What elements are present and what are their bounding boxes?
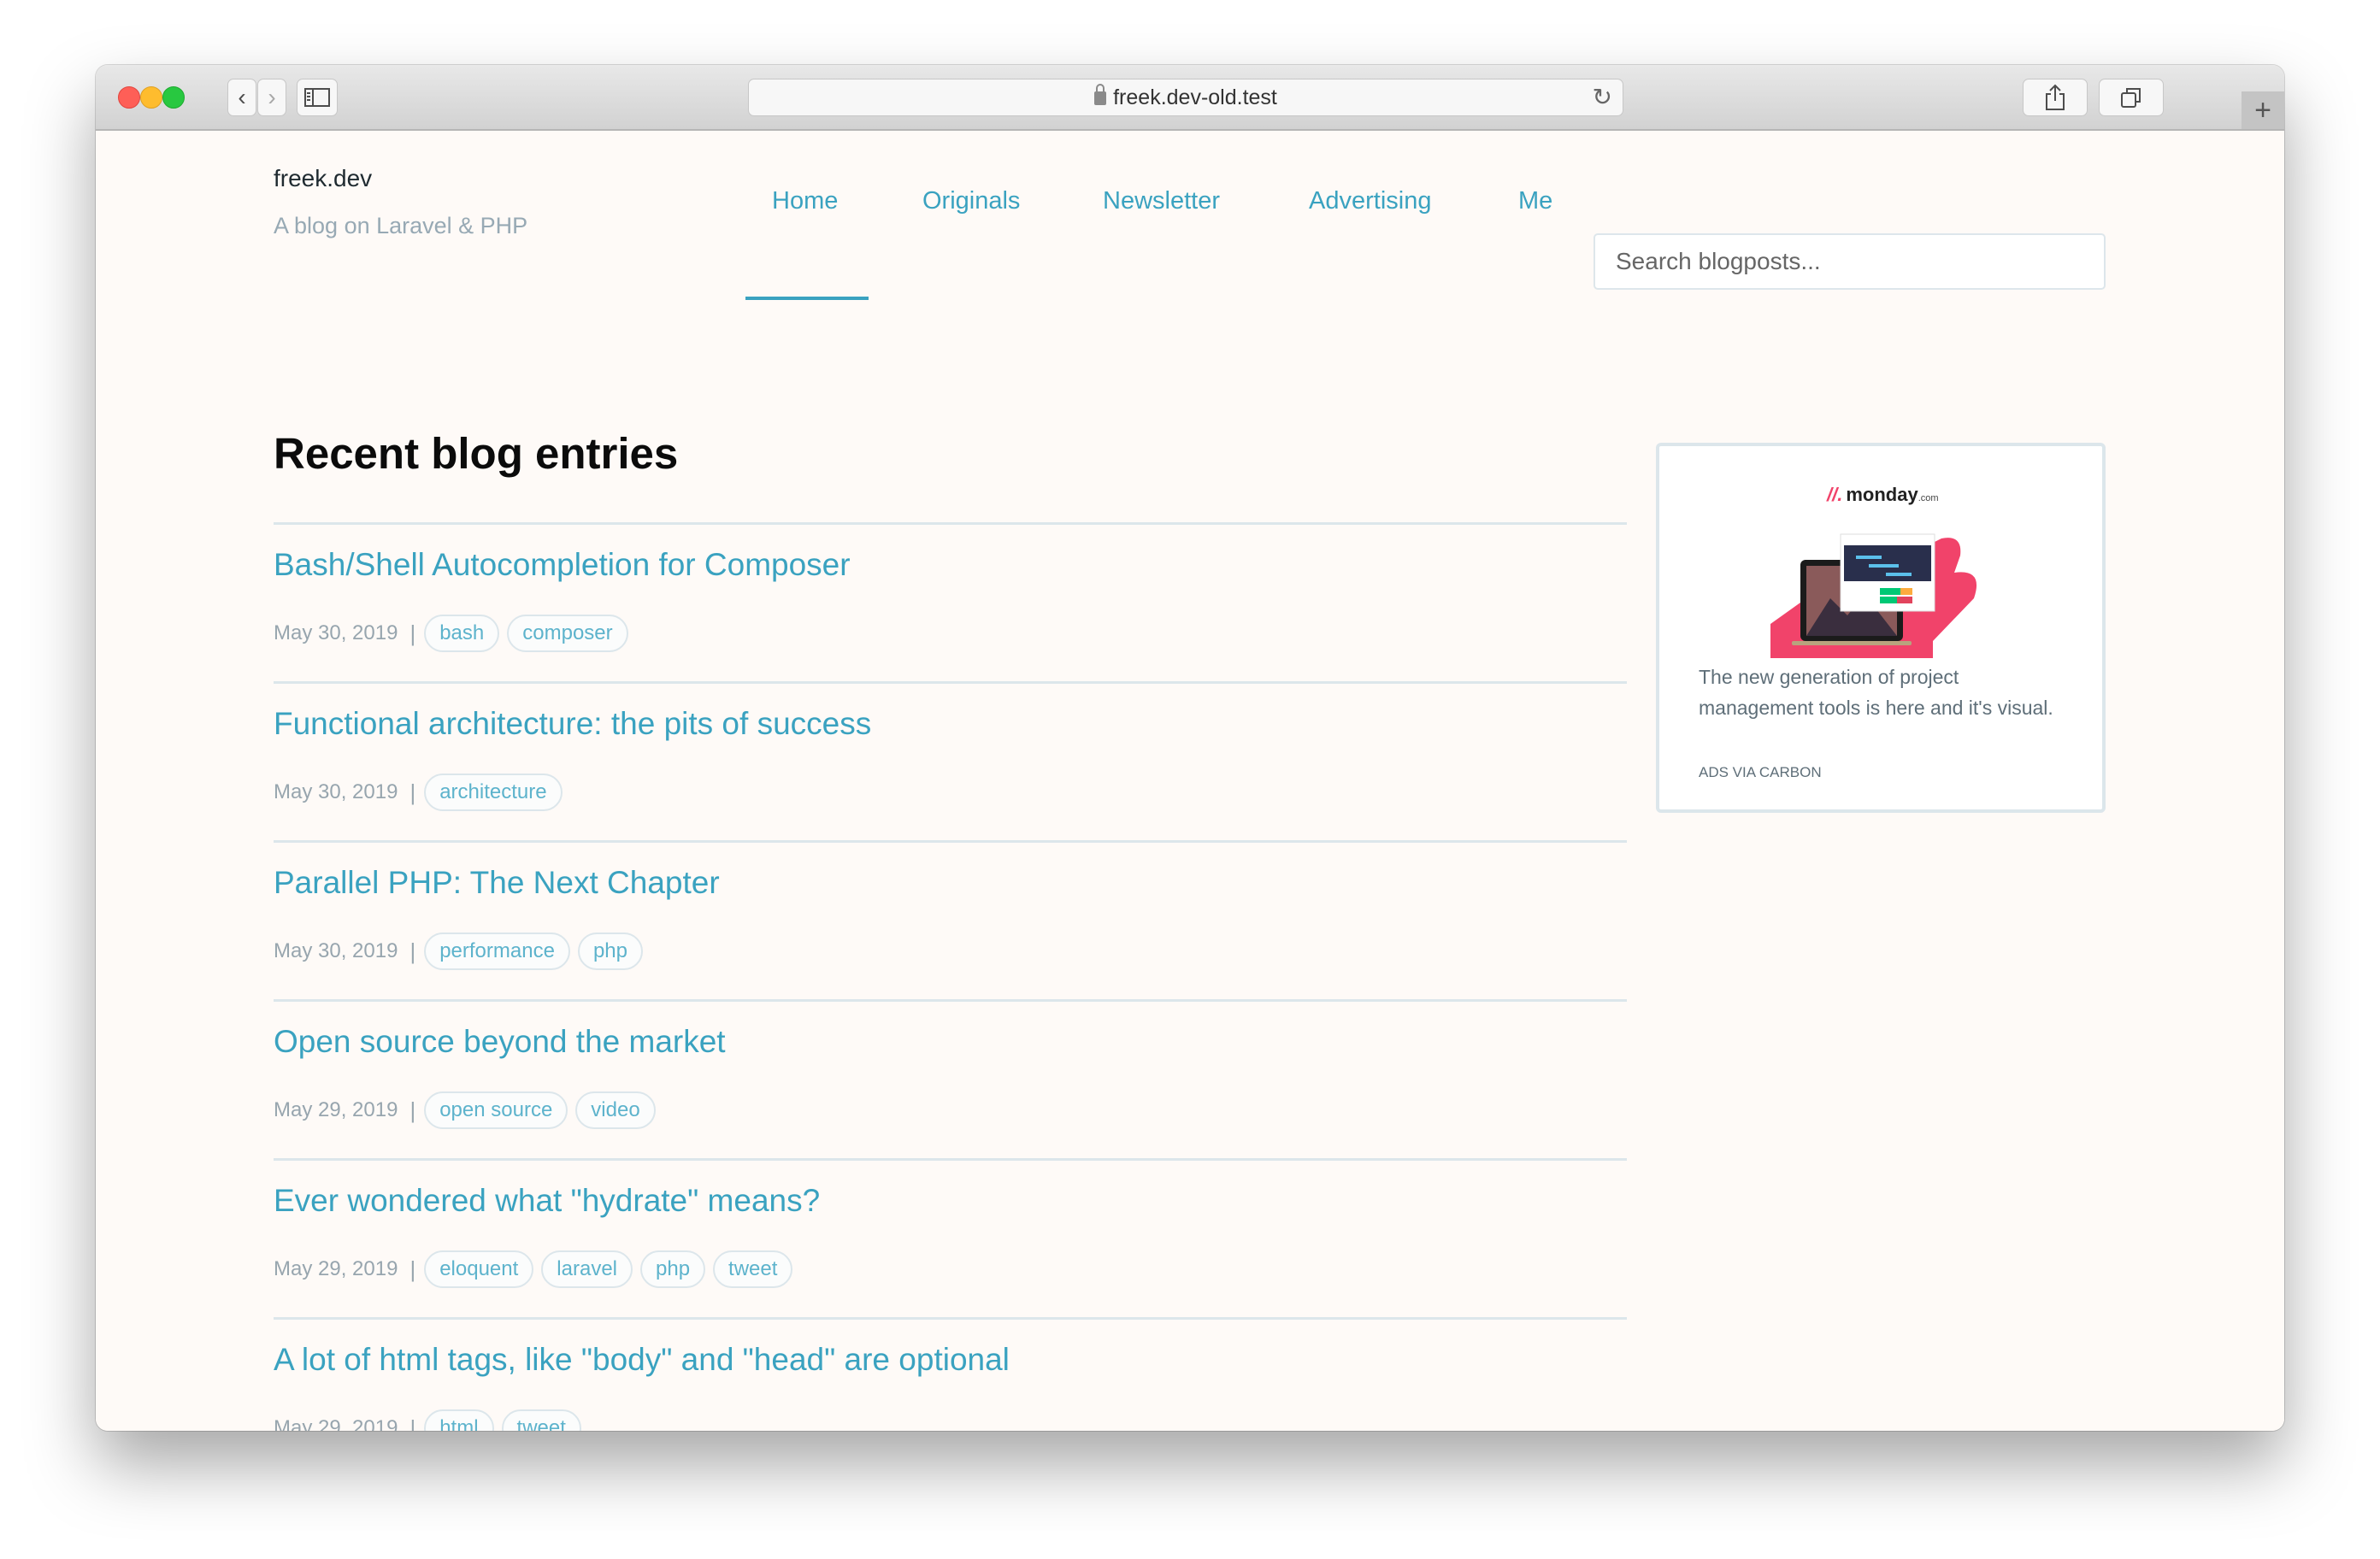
ad-logo-name: monday <box>1846 484 1918 505</box>
zoom-window-button[interactable] <box>162 86 185 109</box>
entry-meta: May 30, 2019 | bash composer <box>274 614 636 653</box>
share-button[interactable] <box>2023 79 2088 116</box>
ads-via-carbon-link[interactable]: ADS VIA CARBON <box>1699 764 1822 781</box>
sidebar-icon <box>304 88 330 107</box>
back-button[interactable]: ‹ <box>227 79 256 116</box>
list-item: Parallel PHP: The Next Chapter May 30, 2… <box>274 840 1627 999</box>
nav-me[interactable]: Me <box>1518 187 1552 215</box>
entry-date: May 30, 2019 <box>274 621 398 644</box>
tag-pill[interactable]: composer <box>507 615 628 652</box>
ad-logo[interactable]: //. monday.com <box>1827 484 1939 506</box>
nav-home[interactable]: Home <box>772 187 838 215</box>
sidebar-toggle-button[interactable] <box>297 79 338 116</box>
entry-date: May 30, 2019 <box>274 939 398 962</box>
entry-meta: May 30, 2019 | performance php <box>274 932 651 971</box>
list-item: Ever wondered what "hydrate" means? May … <box>274 1158 1627 1317</box>
meta-separator: | <box>409 620 416 646</box>
tag-pill[interactable]: architecture <box>424 774 563 811</box>
blog-entry-list: Bash/Shell Autocompletion for Composer M… <box>274 522 1627 1431</box>
address-bar[interactable]: freek.dev-old.test ↻ <box>748 79 1623 116</box>
entry-date: May 29, 2019 <box>274 1257 398 1280</box>
nav-advertising[interactable]: Advertising <box>1309 187 1431 215</box>
tag-pill[interactable]: php <box>640 1250 706 1288</box>
tag-pill[interactable]: bash <box>424 615 500 652</box>
entry-title-link[interactable]: A lot of html tags, like "body" and "hea… <box>274 1342 1010 1378</box>
entry-title-link[interactable]: Bash/Shell Autocompletion for Composer <box>274 547 851 583</box>
tag-pill[interactable]: eloquent <box>424 1250 534 1288</box>
browser-toolbar: ‹ › freek.dev-old.test ↻ + <box>96 65 2284 131</box>
meta-separator: | <box>409 938 416 964</box>
web-page: freek.dev A blog on Laravel & PHP Home O… <box>96 131 2284 1431</box>
browser-window: ‹ › freek.dev-old.test ↻ + freek.dev A b… <box>96 65 2284 1431</box>
monday-logo-icon: //. <box>1827 484 1843 505</box>
search-input[interactable] <box>1594 233 2106 290</box>
entry-title-link[interactable]: Open source beyond the market <box>274 1024 726 1060</box>
chevron-right-icon: › <box>268 84 276 110</box>
entry-meta: May 29, 2019 | eloquent laravel php twee… <box>274 1250 800 1289</box>
list-item: Open source beyond the market May 29, 20… <box>274 999 1627 1158</box>
entry-title-link[interactable]: Ever wondered what "hydrate" means? <box>274 1183 820 1219</box>
reload-icon[interactable]: ↻ <box>1593 79 1612 115</box>
entry-meta: May 29, 2019 | open source video <box>274 1091 663 1130</box>
tag-pill[interactable]: tweet <box>501 1409 581 1431</box>
close-window-button[interactable] <box>118 86 140 109</box>
forward-button[interactable]: › <box>257 79 286 116</box>
meta-separator: | <box>409 1256 416 1282</box>
tag-pill[interactable]: laravel <box>541 1250 633 1288</box>
url-text: freek.dev-old.test <box>1113 85 1277 109</box>
share-icon <box>2046 84 2065 110</box>
entry-meta: May 29, 2019 | html tweet <box>274 1409 589 1431</box>
ad-image[interactable] <box>1770 521 1984 658</box>
list-item: Functional architecture: the pits of suc… <box>274 681 1627 840</box>
tab-overview-button[interactable] <box>2099 79 2164 116</box>
entry-meta: May 30, 2019 | architecture <box>274 773 570 812</box>
tag-pill[interactable]: performance <box>424 932 570 970</box>
entry-date: May 30, 2019 <box>274 780 398 803</box>
tag-pill[interactable]: open source <box>424 1091 568 1129</box>
tag-pill[interactable]: html <box>424 1409 494 1431</box>
chevron-left-icon: ‹ <box>238 84 246 110</box>
nav-active-indicator <box>745 297 869 300</box>
list-item: A lot of html tags, like "body" and "hea… <box>274 1317 1627 1431</box>
entry-title-link[interactable]: Parallel PHP: The Next Chapter <box>274 865 720 901</box>
new-tab-button[interactable]: + <box>2242 91 2284 129</box>
nav-originals[interactable]: Originals <box>922 187 1020 215</box>
carbon-ad[interactable]: //. monday.com The new generation of proj… <box>1656 443 2106 813</box>
meta-separator: | <box>409 1097 416 1123</box>
entry-date: May 29, 2019 <box>274 1098 398 1121</box>
ad-logo-domain: .com <box>1918 493 1939 503</box>
ad-description[interactable]: The new generation of project management… <box>1699 662 2058 723</box>
lock-icon <box>1094 84 1107 105</box>
meta-separator: | <box>409 1415 416 1432</box>
meta-separator: | <box>409 779 416 805</box>
site-brand[interactable]: freek.dev <box>274 165 372 192</box>
nav-newsletter[interactable]: Newsletter <box>1103 187 1220 215</box>
entry-title-link[interactable]: Functional architecture: the pits of suc… <box>274 706 871 742</box>
minimize-window-button[interactable] <box>140 86 162 109</box>
page-title: Recent blog entries <box>274 429 679 478</box>
tag-pill[interactable]: tweet <box>713 1250 793 1288</box>
site-tagline: A blog on Laravel & PHP <box>274 213 528 238</box>
entry-date: May 29, 2019 <box>274 1416 398 1431</box>
tag-pill[interactable]: video <box>575 1091 656 1129</box>
tabs-icon <box>2121 88 2141 108</box>
list-item: Bash/Shell Autocompletion for Composer M… <box>274 522 1627 681</box>
tag-pill[interactable]: php <box>577 932 643 970</box>
